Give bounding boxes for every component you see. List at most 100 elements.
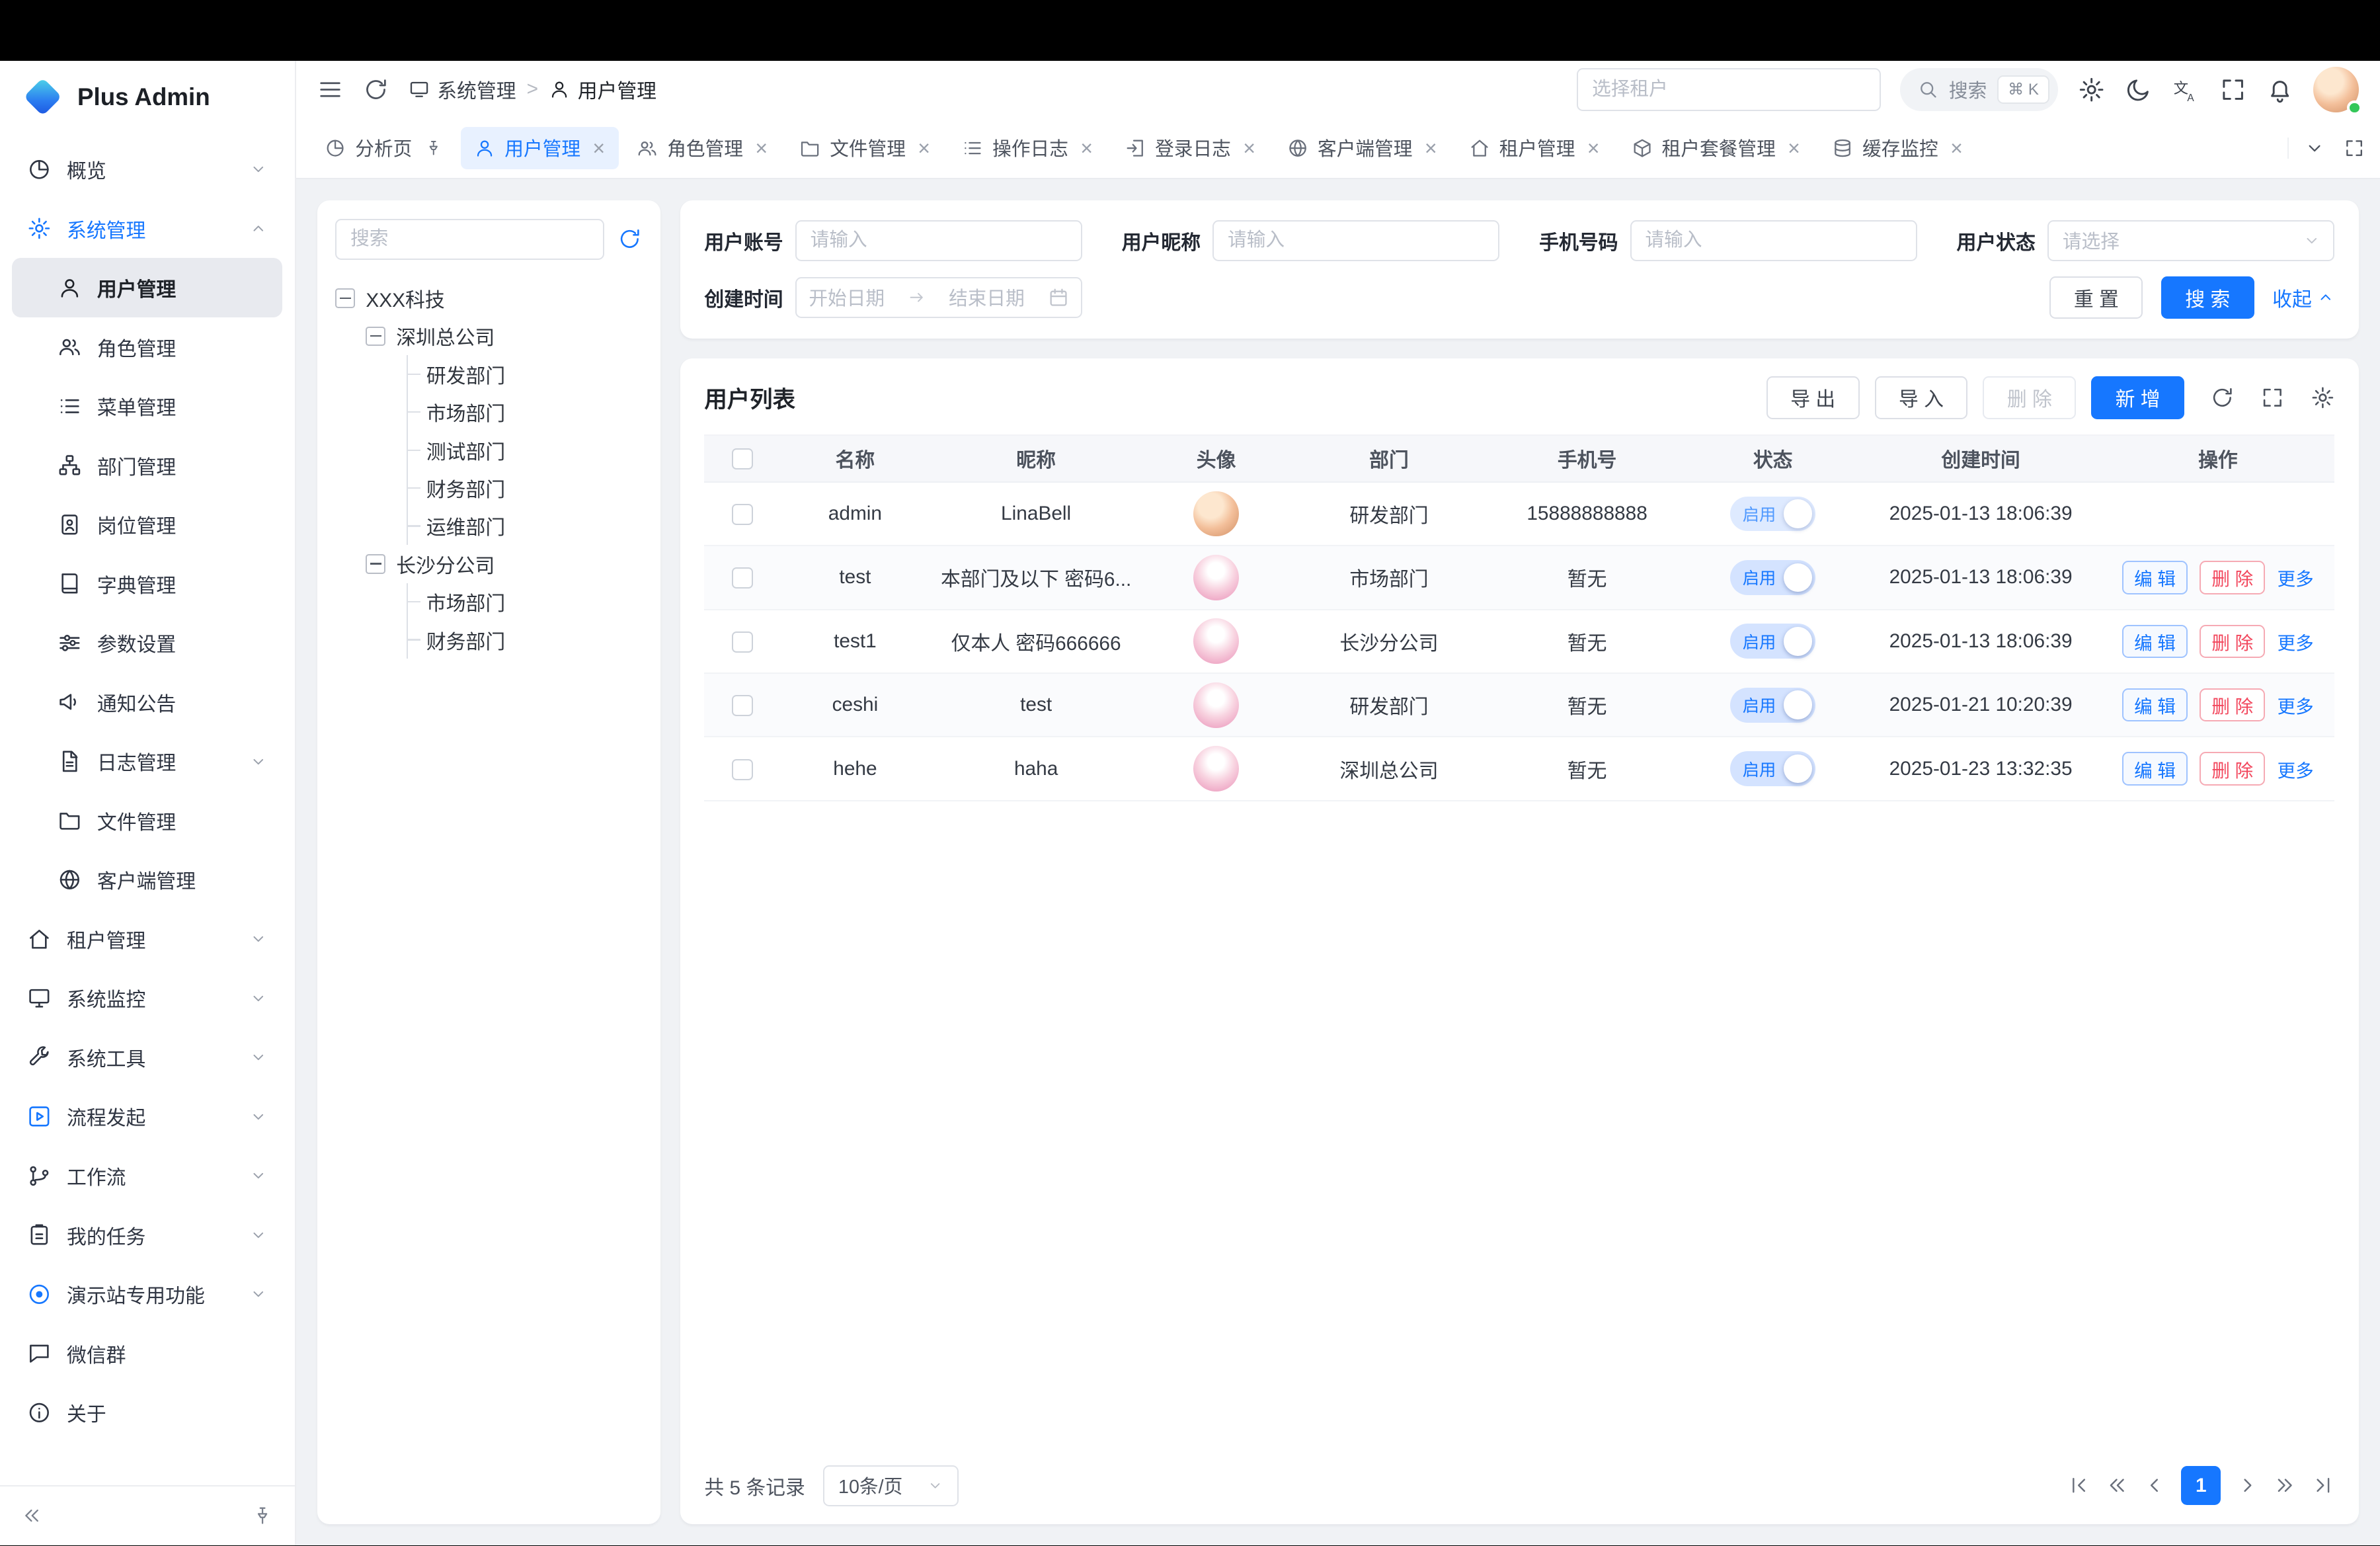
delete-button[interactable]: 删 除: [2200, 625, 2265, 659]
edit-button[interactable]: 编 辑: [2122, 561, 2188, 594]
close-icon[interactable]: [1080, 138, 1093, 159]
tab-analysis-page[interactable]: 分析页: [311, 127, 456, 169]
import-button[interactable]: 导 入: [1875, 376, 1968, 419]
select-all-checkbox[interactable]: [732, 448, 753, 469]
tab-user-management[interactable]: 用户管理: [461, 127, 619, 169]
notification-bell-icon[interactable]: [2266, 76, 2293, 103]
status-toggle[interactable]: 启用: [1730, 688, 1815, 723]
tree-node-dept-testing[interactable]: 测试部门: [408, 431, 642, 469]
account-input[interactable]: [795, 220, 1082, 261]
language-icon[interactable]: [2172, 76, 2200, 103]
row-checkbox[interactable]: [732, 759, 753, 780]
tab-role-management[interactable]: 角色管理: [623, 127, 781, 169]
refresh-icon[interactable]: [2210, 386, 2235, 410]
first-page-button[interactable]: [2067, 1474, 2090, 1496]
delete-button[interactable]: 删 除: [2200, 752, 2265, 786]
tab-file-management[interactable]: 文件管理: [786, 127, 944, 169]
next-page-button[interactable]: [2236, 1474, 2258, 1496]
status-toggle[interactable]: 启用: [1730, 624, 1815, 659]
more-button[interactable]: 更多: [2278, 692, 2314, 718]
content-fullscreen-icon[interactable]: [2344, 138, 2365, 159]
tree-node-dept-finance[interactable]: 财务部门: [408, 469, 642, 507]
sidebar-item-parameters[interactable]: 参数设置: [12, 613, 282, 672]
tree-node-changsha-branch[interactable]: 长沙分公司: [366, 545, 642, 583]
tab-cache-monitor[interactable]: 缓存监控: [1818, 127, 1976, 169]
column-settings-gear-icon[interactable]: [2311, 386, 2335, 410]
delete-button[interactable]: 删 除: [1983, 376, 2076, 419]
close-icon[interactable]: [755, 138, 768, 159]
fullscreen-icon[interactable]: [2260, 386, 2285, 410]
tree-node-dept-finance-cs[interactable]: 财务部门: [408, 621, 642, 659]
sidebar-item-notices[interactable]: 通知公告: [12, 672, 282, 732]
sidebar-item-users[interactable]: 用户管理: [12, 258, 282, 317]
tab-operation-log[interactable]: 操作日志: [949, 127, 1107, 169]
pin-icon[interactable]: [252, 1505, 273, 1526]
phone-input[interactable]: [1630, 220, 1917, 261]
pin-icon[interactable]: [424, 139, 443, 157]
tree-collapse-box[interactable]: [366, 327, 385, 346]
tabs-menu-chevron-icon[interactable]: [2304, 138, 2325, 159]
delete-button[interactable]: 删 除: [2200, 561, 2265, 594]
close-icon[interactable]: [1425, 138, 1437, 159]
status-toggle[interactable]: 启用: [1730, 560, 1815, 595]
sidebar-item-overview[interactable]: 概览: [12, 140, 282, 199]
fullscreen-icon[interactable]: [2219, 76, 2246, 103]
more-button[interactable]: 更多: [2278, 628, 2314, 655]
tree-refresh-icon[interactable]: [617, 227, 642, 251]
close-icon[interactable]: [592, 138, 605, 159]
sidebar-item-demo-features[interactable]: 演示站专用功能: [12, 1264, 282, 1324]
jump-forward-button[interactable]: [2274, 1474, 2296, 1496]
date-range-picker[interactable]: 开始日期 结束日期: [795, 277, 1082, 318]
export-button[interactable]: 导 出: [1766, 376, 1860, 419]
sidebar-item-menus[interactable]: 菜单管理: [12, 376, 282, 436]
refresh-icon[interactable]: [363, 77, 389, 102]
tree-node-shenzhen-hq[interactable]: 深圳总公司: [366, 317, 642, 355]
reset-button[interactable]: 重 置: [2049, 276, 2143, 319]
tab-client-management[interactable]: 客户端管理: [1273, 127, 1450, 169]
status-select[interactable]: 请选择: [2047, 220, 2334, 261]
hamburger-menu-icon[interactable]: [317, 77, 343, 102]
tenant-select-input[interactable]: [1577, 68, 1880, 110]
search-button[interactable]: 搜 索: [2161, 276, 2254, 319]
tree-collapse-box[interactable]: [335, 288, 355, 308]
tree-node-dept-marketing-cs[interactable]: 市场部门: [408, 583, 642, 621]
last-page-button[interactable]: [2312, 1474, 2334, 1496]
dark-mode-moon-icon[interactable]: [2125, 76, 2152, 103]
global-search[interactable]: 搜索 ⌘ K: [1900, 68, 2058, 110]
close-icon[interactable]: [1950, 138, 1963, 159]
previous-page-button[interactable]: [2143, 1474, 2166, 1496]
sidebar-item-wechat-group[interactable]: 微信群: [12, 1324, 282, 1383]
more-button[interactable]: 更多: [2278, 564, 2314, 590]
tab-tenant-package-management[interactable]: 租户套餐管理: [1618, 127, 1813, 169]
collapse-filter-button[interactable]: 收起: [2272, 283, 2334, 312]
sidebar-item-my-tasks[interactable]: 我的任务: [12, 1205, 282, 1265]
row-checkbox[interactable]: [732, 695, 753, 716]
sidebar-item-workflow[interactable]: 工作流: [12, 1146, 282, 1205]
sidebar-item-monitor[interactable]: 系统监控: [12, 969, 282, 1028]
add-button[interactable]: 新 增: [2091, 376, 2184, 419]
edit-button[interactable]: 编 辑: [2122, 752, 2188, 786]
edit-button[interactable]: 编 辑: [2122, 625, 2188, 659]
settings-gear-icon[interactable]: [2078, 76, 2105, 103]
page-size-select[interactable]: 10条/页: [823, 1465, 959, 1506]
breadcrumb-user-management[interactable]: 用户管理: [549, 75, 656, 104]
tree-node-dept-rd[interactable]: 研发部门: [408, 355, 642, 393]
tab-login-log[interactable]: 登录日志: [1111, 127, 1269, 169]
user-avatar[interactable]: [2313, 67, 2359, 112]
nickname-input[interactable]: [1212, 220, 1499, 261]
sidebar-item-dictionaries[interactable]: 字典管理: [12, 554, 282, 614]
tree-search-input[interactable]: [335, 219, 604, 260]
tree-node-dept-ops[interactable]: 运维部门: [408, 507, 642, 545]
tree-collapse-box[interactable]: [366, 554, 385, 574]
sidebar-item-about[interactable]: 关于: [12, 1383, 282, 1442]
row-checkbox[interactable]: [732, 567, 753, 589]
status-toggle[interactable]: 启用: [1730, 751, 1815, 786]
sidebar-item-clients[interactable]: 客户端管理: [12, 850, 282, 910]
tab-tenant-management[interactable]: 租户管理: [1455, 127, 1613, 169]
close-icon[interactable]: [1243, 138, 1255, 159]
row-checkbox[interactable]: [732, 504, 753, 525]
sidebar-item-posts[interactable]: 岗位管理: [12, 495, 282, 554]
sidebar-item-tools[interactable]: 系统工具: [12, 1028, 282, 1087]
sidebar-item-process-start[interactable]: 流程发起: [12, 1087, 282, 1147]
more-button[interactable]: 更多: [2278, 756, 2314, 782]
